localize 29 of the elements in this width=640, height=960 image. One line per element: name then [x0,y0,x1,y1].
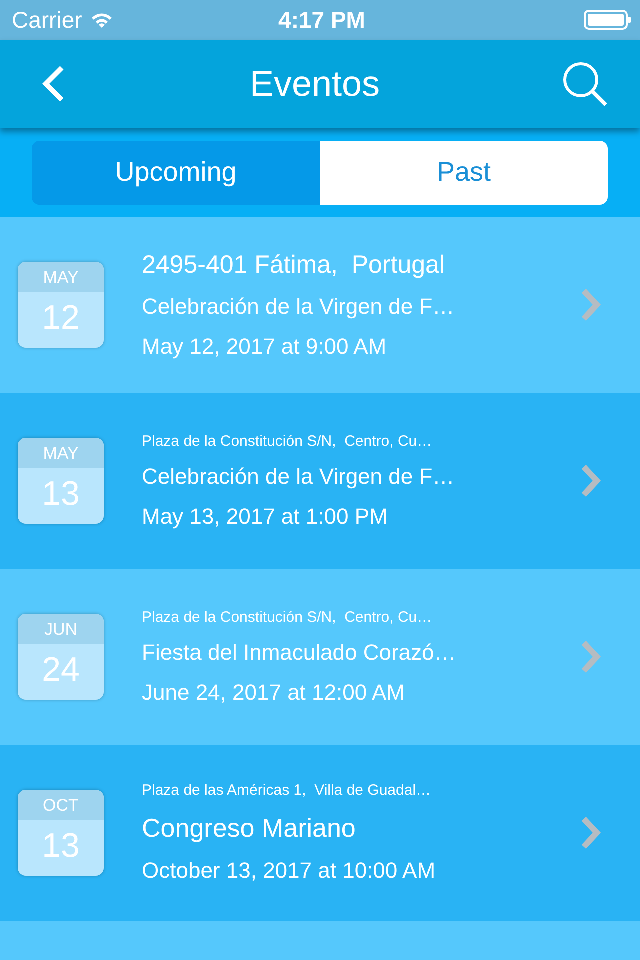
search-icon[interactable] [562,61,608,107]
event-location: 2495-401 Fátima, Portugal [142,250,446,280]
chevron-icon [580,288,602,322]
event-row[interactable]: MAY 13 Plaza de la Constitución S/N, Centro, Cu… Celebración de la Virgen de F… May 13, 2017 at 1:00 PM [0,393,640,569]
event-row[interactable]: OCT 13 Plaza de las Américas 1, Villa de Guadal… Congreso Mariano October 13, 2017 at 10:00 AM [0,745,640,921]
calendar-icon: MAY 13 [18,438,104,524]
wifi-icon [90,11,114,29]
chevron-icon [580,816,602,850]
calendar-icon: MAY 12 [18,262,104,348]
status-time: 4:17 PM [278,6,366,34]
event-title: Fiesta del Inmaculado Corazó… [142,640,458,666]
event-date: October 13, 2017 at 10:00 AM [142,858,437,884]
carrier-label: Carrier [12,6,82,34]
event-title: Celebración de la Virgen de F… [142,464,456,490]
chevron-icon [580,640,602,674]
calendar-icon: JUN 24 [18,614,104,700]
event-location: Plaza de las Américas 1, Villa de Guadal… [142,782,432,799]
event-date: June 24, 2017 at 12:00 AM [142,680,406,706]
event-title: Congreso Mariano [142,813,357,844]
event-title: Celebración de la Virgen de F… [142,294,456,320]
event-date: May 12, 2017 at 9:00 AM [142,334,388,360]
chevron-icon [580,464,602,498]
battery-icon [584,10,632,30]
event-location: Plaza de la Constitución S/N, Centro, Cu… [142,432,434,450]
event-location: Plaza de la Constitución S/N, Centro, Cu… [142,608,434,626]
calendar-icon: OCT 13 [18,790,104,876]
segment-tab[interactable]: Past [320,140,608,204]
screen-title: Eventos [250,63,380,105]
event-date: May 13, 2017 at 1:00 PM [142,504,389,530]
